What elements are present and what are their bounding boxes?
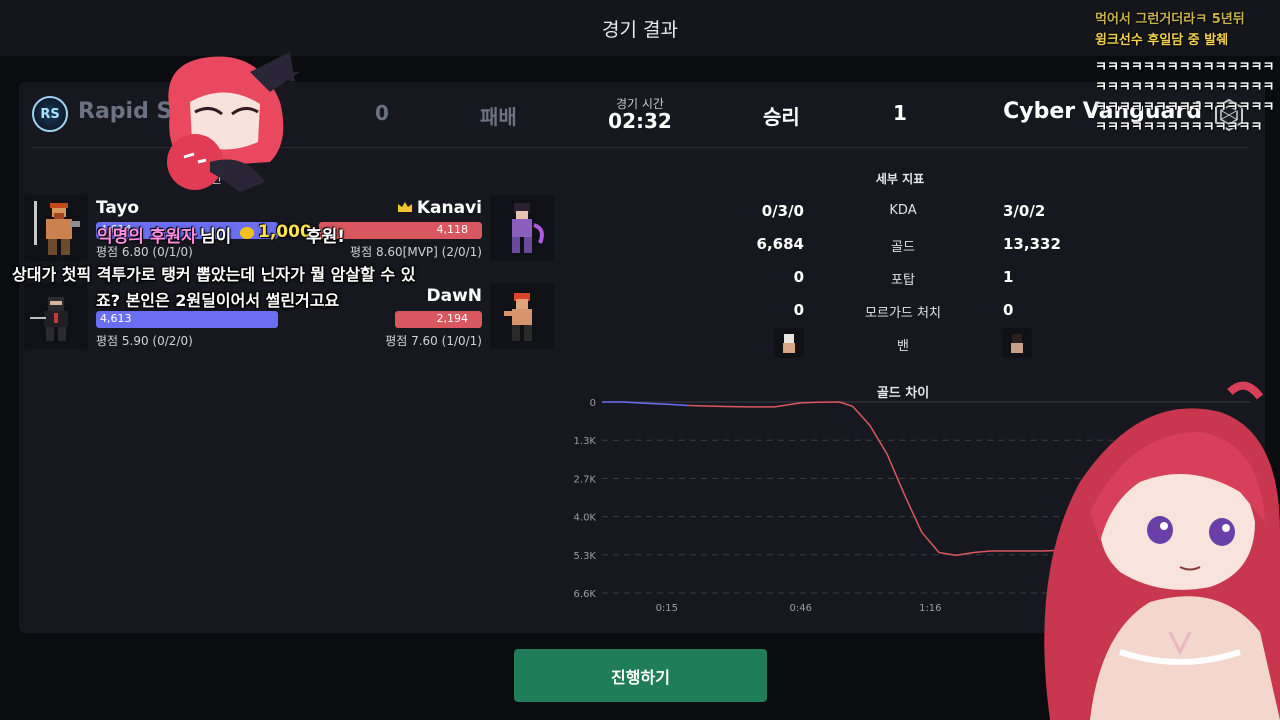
- stat-label: KDA: [889, 203, 917, 218]
- y-tick-label: 5.3K: [574, 551, 597, 562]
- stat-right-value: 1: [1003, 268, 1014, 286]
- crown-icon: [397, 198, 413, 218]
- donation-amount: 1,000: [258, 222, 312, 242]
- stat-right-value: 0: [1003, 301, 1014, 319]
- vtuber-avatar-image: [1044, 381, 1280, 720]
- player-rating: 평점 7.60 (1/0/1): [385, 334, 482, 348]
- stat-left-value: 0/3/0: [761, 202, 804, 220]
- left-team-logo: RS: [32, 96, 68, 132]
- right-team-score: 1: [893, 101, 907, 125]
- damage-bar-left: 4,613: [96, 311, 286, 328]
- right-team-result: 승리: [763, 105, 800, 129]
- stat-label: 골드: [891, 240, 915, 255]
- donation-message-line2: 죠? 본인은 2원딜이어서 썰린거고요: [96, 291, 340, 310]
- player-portrait-tayo: [24, 195, 88, 261]
- stat-right-value: 13,332: [1003, 235, 1061, 253]
- damage-value: 4,613: [100, 312, 132, 325]
- ban-label: 밴: [897, 339, 909, 354]
- player-portrait-kanavi: [490, 195, 554, 261]
- player-name: Tayo: [96, 198, 140, 218]
- chat-line: 윙크선수 후일담 중 발췌: [1095, 33, 1229, 48]
- donation-message-line1: 상대가 첫픽 격투가로 탱커 뽑았는데 닌자가 뭘 암살할 수 있: [12, 265, 416, 284]
- y-tick-label: 2.7K: [574, 474, 597, 485]
- screen: { "page_title": "경기 결과", "match": { "lef…: [0, 0, 1280, 720]
- player-rating: 평점 8.60[MVP] (2/0/1): [350, 245, 482, 259]
- chat-line: ㅋㅋㅋㅋㅋㅋㅋㅋㅋㅋㅋㅋㅋㅋㅋ: [1095, 100, 1275, 115]
- right-ban-champion: [1002, 328, 1032, 358]
- chat-line: ㅋㅋㅋㅋㅋㅋㅋㅋㅋㅋㅋㅋㅋㅋ: [1095, 120, 1263, 135]
- damage-value: 4,118: [436, 223, 469, 236]
- player-rating: 평점 5.90 (0/2/0): [96, 334, 193, 348]
- donation-won: 후원!: [306, 227, 346, 247]
- coin-icon: [240, 227, 254, 239]
- stat-label: 모르가드 처치: [865, 306, 941, 321]
- player-name: DawN: [426, 286, 482, 306]
- left-team-score: 0: [375, 101, 389, 125]
- game-time-value: 02:32: [608, 109, 672, 133]
- player-portrait-dawn: [490, 283, 554, 349]
- player-portrait-ninja: [24, 283, 88, 349]
- x-tick-label: 1:16: [919, 603, 941, 614]
- x-tick-label: 0:15: [656, 603, 678, 614]
- anime-sticker-image: [167, 52, 300, 192]
- stat-left-value: 0: [793, 301, 804, 319]
- y-tick-label: 6.6K: [574, 589, 597, 600]
- gold-line-blue: [602, 401, 689, 407]
- stats-section-title: 세부 지표: [875, 172, 925, 186]
- donation-donor: 익명의 후원자: [97, 227, 197, 247]
- left-ban-champion: [774, 328, 804, 358]
- chat-line: 먹어서 그런거더라ㅋ 5년뒤: [1095, 12, 1245, 27]
- stat-left-value: 6,684: [756, 235, 804, 253]
- stat-left-value: 0: [793, 268, 804, 286]
- y-tick-label: 0: [590, 398, 596, 409]
- y-tick-label: 4.0K: [574, 513, 597, 524]
- chat-line: ㅋㅋㅋㅋㅋㅋㅋㅋㅋㅋㅋㅋㅋㅋㅋ: [1095, 80, 1275, 95]
- damage-bar-right: 2,194: [292, 311, 482, 328]
- continue-button[interactable]: 진행하기: [514, 649, 767, 702]
- left-team-result: 패배: [480, 105, 517, 129]
- chat-line: ㅋㅋㅋㅋㅋㅋㅋㅋㅋㅋㅋㅋㅋㅋㅋ: [1095, 60, 1275, 75]
- player-name: Kanavi: [397, 198, 482, 218]
- x-tick-label: 0:46: [789, 603, 811, 614]
- stat-label: 포탑: [891, 273, 915, 288]
- player-name-text: Kanavi: [416, 198, 482, 218]
- stat-right-value: 3/0/2: [1003, 202, 1046, 220]
- damage-value: 2,194: [436, 312, 469, 325]
- page-title: 경기 결과: [602, 19, 678, 41]
- y-tick-label: 1.3K: [574, 436, 597, 447]
- donation-suffix: 님이: [200, 227, 232, 247]
